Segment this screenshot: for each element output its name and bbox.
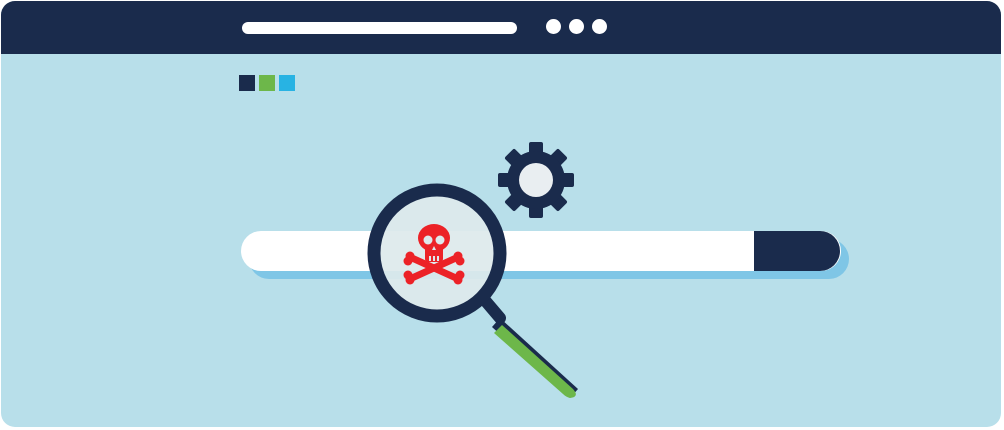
window-control-dot-3[interactable] [592, 19, 607, 34]
window-control-dot-2[interactable] [569, 19, 584, 34]
brand-square-cyan [279, 75, 295, 91]
brand-square-green [259, 75, 275, 91]
browser-window [1, 1, 1001, 427]
gear-icon[interactable] [498, 142, 574, 218]
search-input[interactable] [241, 231, 841, 271]
window-control-dot-1[interactable] [546, 19, 561, 34]
address-bar[interactable] [242, 22, 517, 34]
search-button[interactable] [754, 231, 840, 271]
brand-square-navy [239, 75, 255, 91]
search-bar [241, 231, 849, 279]
